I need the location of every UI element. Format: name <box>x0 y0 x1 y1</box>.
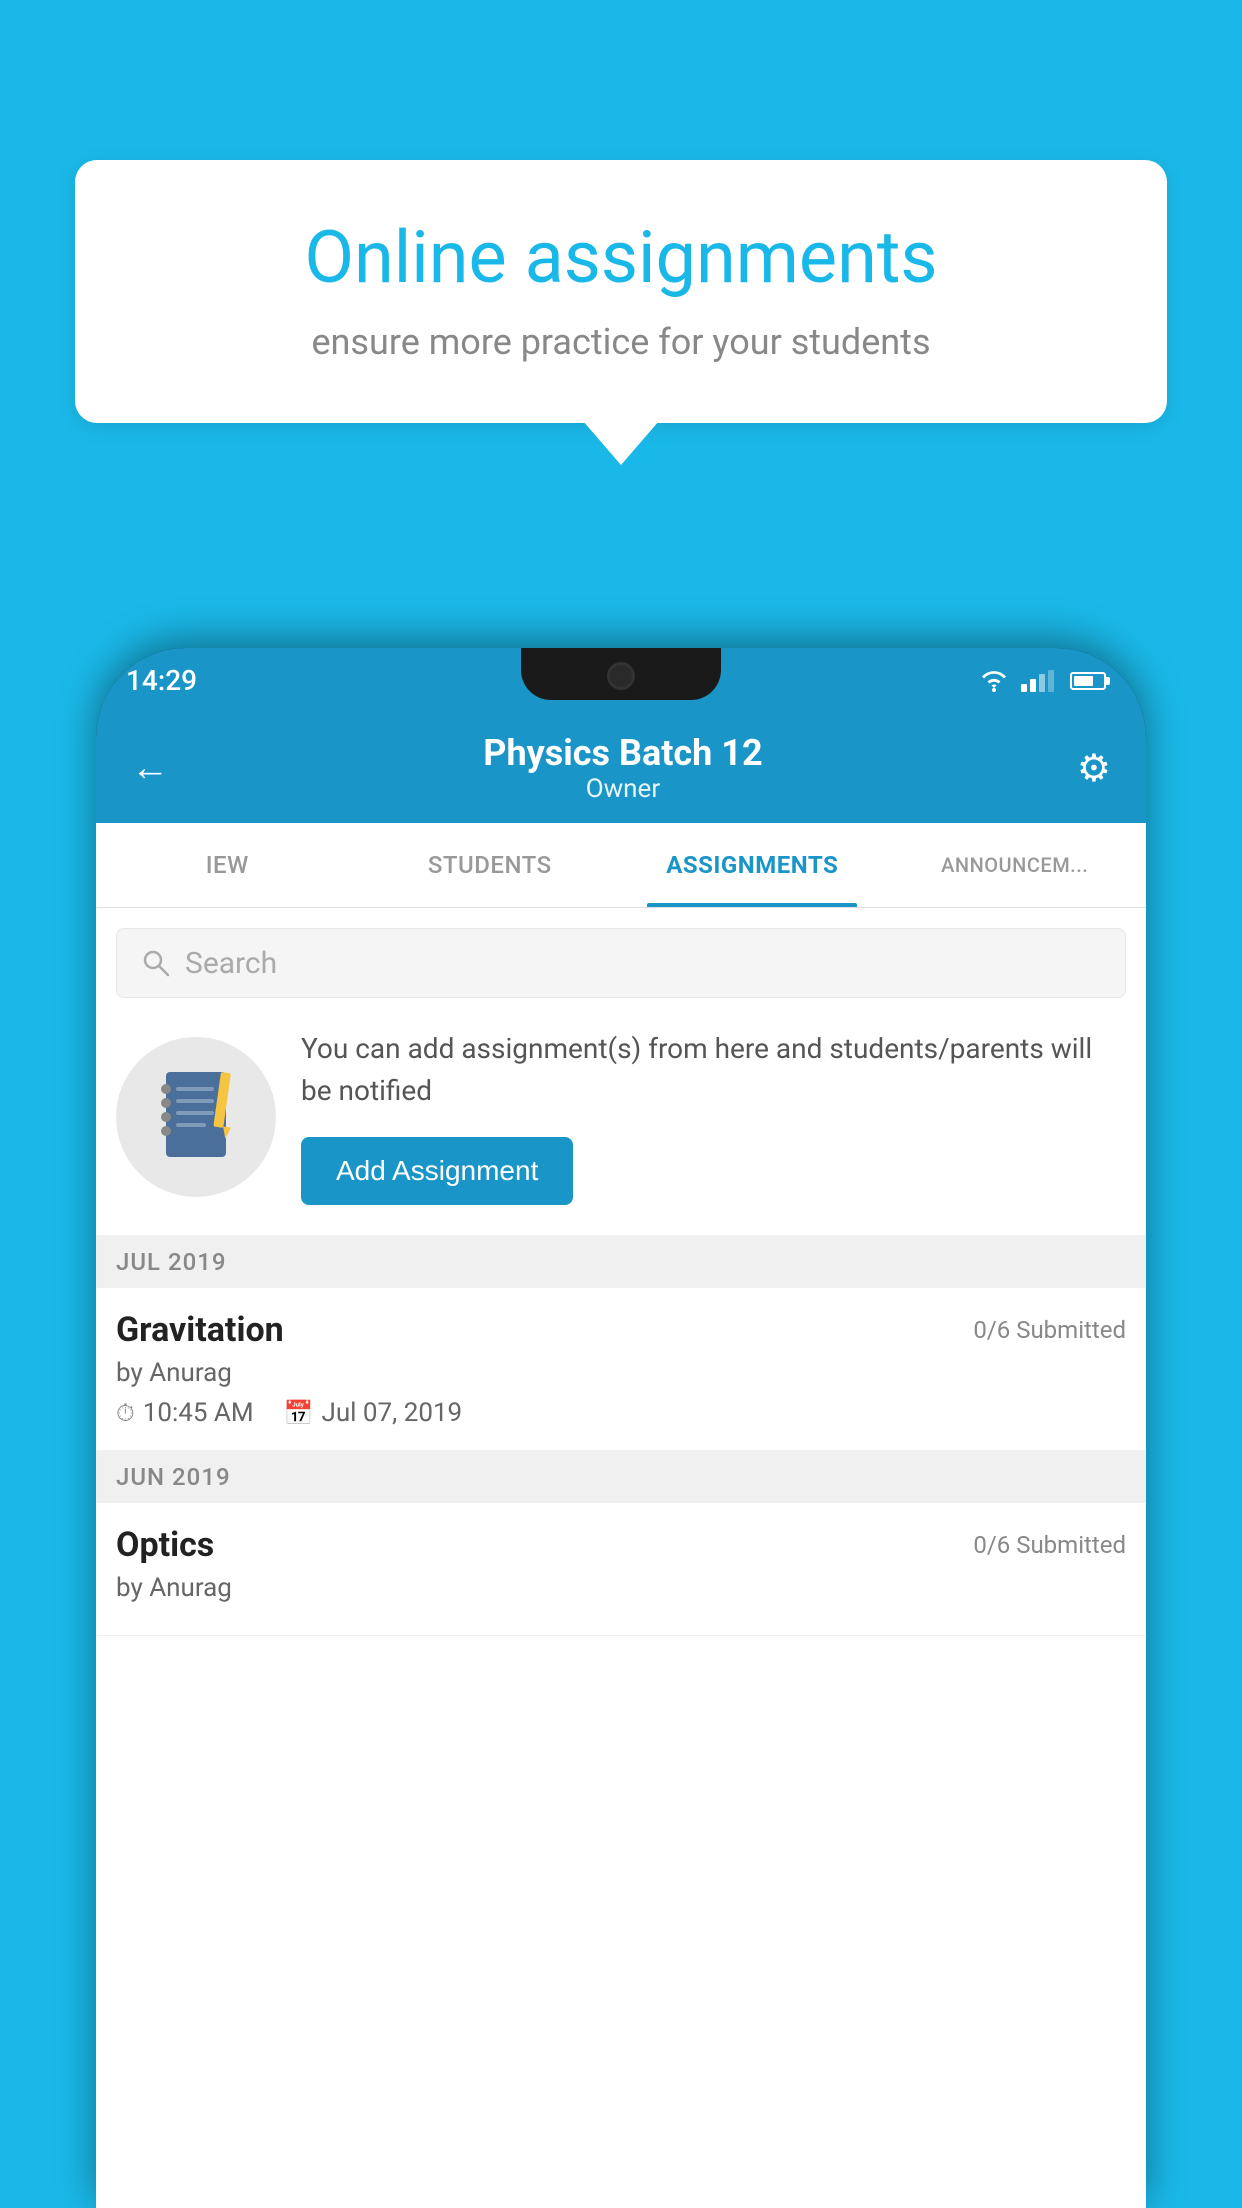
assignment-item-gravitation[interactable]: Gravitation 0/6 Submitted by Anurag ⏱ 10… <box>96 1288 1146 1451</box>
calendar-icon: 📅 <box>284 1399 314 1427</box>
signal-icon <box>1021 670 1054 692</box>
phone-frame: 14:29 ← Physics Batch <box>96 648 1146 2208</box>
assignment-meta: ⏱ 10:45 AM 📅 Jul 07, 2019 <box>116 1398 1126 1428</box>
assignment-submitted: 0/6 Submitted <box>973 1316 1126 1344</box>
assignment-item-optics[interactable]: Optics 0/6 Submitted by Anurag <box>96 1503 1146 1636</box>
header-title: Physics Batch 12 <box>483 732 762 774</box>
header-center: Physics Batch 12 Owner <box>483 732 762 804</box>
settings-icon[interactable]: ⚙ <box>1077 746 1111 791</box>
tab-announcements[interactable]: ANNOUNCEM... <box>884 823 1147 907</box>
promo-section: You can add assignment(s) from here and … <box>96 998 1146 1236</box>
search-placeholder: Search <box>185 946 277 981</box>
assignment-name-optics: Optics <box>116 1525 214 1565</box>
assignment-date: 📅 Jul 07, 2019 <box>284 1398 463 1428</box>
speech-bubble-container: Online assignments ensure more practice … <box>75 160 1167 423</box>
month-section-jul: JUL 2019 <box>96 1236 1146 1288</box>
status-icons <box>979 670 1106 692</box>
tab-assignments[interactable]: ASSIGNMENTS <box>621 823 884 907</box>
wifi-icon <box>979 670 1009 692</box>
battery-icon <box>1070 672 1106 690</box>
promo-icon-circle <box>116 1037 276 1197</box>
month-section-jun: JUN 2019 <box>96 1451 1146 1503</box>
tab-iew[interactable]: IEW <box>96 823 359 907</box>
assignment-header: Gravitation 0/6 Submitted <box>116 1310 1126 1350</box>
back-button[interactable]: ← <box>131 746 169 790</box>
app-header: ← Physics Batch 12 Owner ⚙ <box>96 713 1146 823</box>
assignment-name: Gravitation <box>116 1310 284 1350</box>
notebook-illustration <box>151 1067 241 1167</box>
tabs-bar: IEW STUDENTS ASSIGNMENTS ANNOUNCEM... <box>96 823 1146 908</box>
assignment-header-optics: Optics 0/6 Submitted <box>116 1525 1126 1565</box>
search-icon <box>142 949 170 977</box>
assignment-submitted-optics: 0/6 Submitted <box>973 1531 1126 1559</box>
screen-content: Search <box>96 908 1146 2208</box>
header-subtitle: Owner <box>483 774 762 804</box>
assignment-time: ⏱ 10:45 AM <box>116 1398 254 1428</box>
assignment-author-optics: by Anurag <box>116 1573 1126 1603</box>
add-assignment-button[interactable]: Add Assignment <box>301 1137 573 1205</box>
clock-icon: ⏱ <box>116 1399 135 1427</box>
speech-bubble: Online assignments ensure more practice … <box>75 160 1167 423</box>
bubble-subtitle: ensure more practice for your students <box>135 321 1107 363</box>
status-time: 14:29 <box>126 664 197 697</box>
phone-notch <box>521 648 721 700</box>
bubble-title: Online assignments <box>135 215 1107 301</box>
promo-text-area: You can add assignment(s) from here and … <box>301 1028 1126 1205</box>
tab-students[interactable]: STUDENTS <box>359 823 622 907</box>
search-bar[interactable]: Search <box>116 928 1126 998</box>
assignment-author: by Anurag <box>116 1358 1126 1388</box>
promo-description: You can add assignment(s) from here and … <box>301 1028 1126 1112</box>
phone-camera <box>607 662 635 690</box>
